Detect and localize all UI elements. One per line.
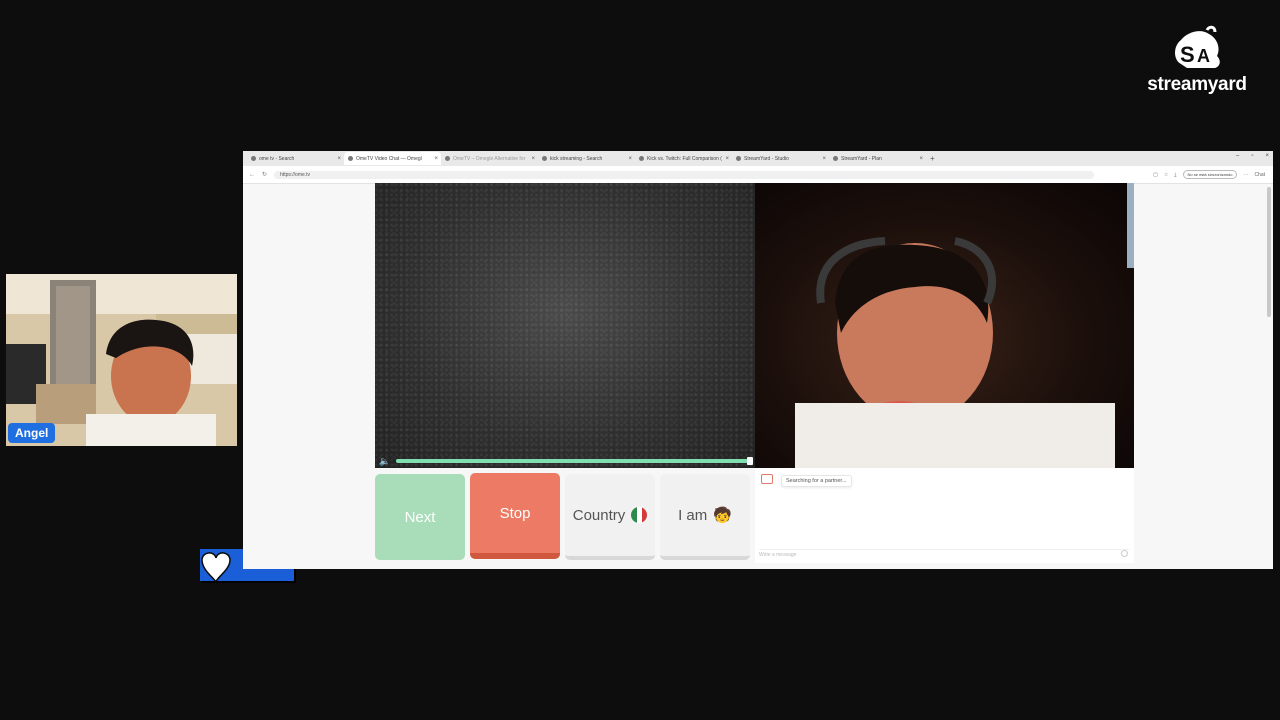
browser-tab[interactable]: Kick vs. Twitch: Full Comparison ( ×	[635, 152, 732, 165]
stranger-video-panel: 🔈	[375, 183, 755, 468]
minimize-icon[interactable]: –	[1236, 153, 1239, 159]
maximize-icon[interactable]: ▫	[1251, 153, 1253, 159]
tab-favicon-icon	[833, 156, 838, 161]
self-video-panel	[755, 183, 1134, 468]
i-am-button-label: I am	[678, 506, 708, 524]
download-icon[interactable]: ⤓	[1174, 172, 1176, 178]
chat-button[interactable]: Chat	[1254, 172, 1265, 178]
self-video-frame	[795, 183, 1134, 468]
browser-toolbar-right: ▢ ☆ ⤓ No se está sincronizando ⋯ Chat	[1153, 170, 1265, 179]
bookmark-star-icon[interactable]: ☆	[1164, 172, 1168, 178]
close-window-icon[interactable]: ×	[1265, 153, 1269, 159]
window-controls: – ▫ ×	[1236, 153, 1269, 159]
tab-favicon-icon	[348, 156, 353, 161]
tab-favicon-icon	[736, 156, 741, 161]
svg-text:S: S	[1180, 42, 1195, 67]
browser-tab[interactable]: StreamYard - Plan ×	[829, 152, 926, 165]
participant-video-frame	[6, 274, 237, 446]
shared-browser-window: ome tv - Search × OmeTV Video Chat — Ome…	[243, 151, 1273, 569]
volume-icon[interactable]: 🔈	[379, 456, 390, 467]
close-tab-icon[interactable]: ×	[337, 156, 341, 162]
tab-label: StreamYard - Plan	[841, 155, 882, 162]
browser-address-bar: ← ↻ https://ome.tv ▢ ☆ ⤓ No se está sinc…	[243, 166, 1273, 184]
participant-name-tag: Angel	[8, 423, 56, 443]
participant-video-tile	[6, 274, 237, 446]
tab-label: StreamYard - Studio	[744, 155, 789, 162]
streamyard-logo: S A streamyard	[1138, 24, 1256, 96]
chat-message-input[interactable]: Write a message	[759, 549, 1129, 559]
extension-icon[interactable]: ▢	[1153, 172, 1158, 178]
browser-tab[interactable]: ome tv - Search ×	[247, 152, 344, 165]
sync-profile-button[interactable]: No se está sincronizando	[1182, 170, 1238, 179]
browser-tab[interactable]: kick streaming - Search ×	[538, 152, 635, 165]
tab-label: ome tv - Search	[259, 155, 295, 162]
new-tab-icon[interactable]: +	[930, 154, 935, 163]
tab-label: OmeTV Video Chat — Omegl	[356, 155, 422, 162]
stop-button[interactable]: Stop	[470, 473, 560, 559]
i-am-button[interactable]: I am 🧒	[660, 474, 750, 560]
country-button-label: Country	[572, 506, 626, 524]
streamyard-mascot-icon: S A	[1175, 25, 1220, 68]
page-scrollbar[interactable]	[1267, 187, 1271, 317]
video-controls: 🔈	[375, 454, 755, 468]
svg-text:A: A	[1197, 46, 1210, 66]
browser-tab-bar: ome tv - Search × OmeTV Video Chat — Ome…	[243, 151, 1273, 166]
tab-favicon-icon	[639, 156, 644, 161]
close-tab-icon[interactable]: ×	[919, 156, 923, 162]
reload-icon[interactable]: ↻	[262, 171, 267, 178]
tab-favicon-icon	[445, 156, 450, 161]
ometv-chat-icon	[761, 474, 773, 484]
browser-tab[interactable]: StreamYard - Studio ×	[732, 152, 829, 165]
tab-label: Kick vs. Twitch: Full Comparison (	[647, 155, 722, 162]
tab-label: OmeTV – Omegle Alternative for	[453, 155, 526, 162]
emoji-icon[interactable]	[1121, 550, 1128, 557]
close-tab-icon[interactable]: ×	[531, 156, 535, 162]
browser-tab[interactable]: OmeTV – Omegle Alternative for ×	[441, 152, 538, 165]
country-button[interactable]: Country	[565, 474, 655, 560]
slider-knob[interactable]	[747, 457, 753, 465]
url-field[interactable]: https://ome.tv	[274, 170, 1095, 179]
back-arrow-icon[interactable]: ←	[249, 172, 255, 178]
tab-favicon-icon	[251, 156, 256, 161]
close-tab-icon[interactable]: ×	[628, 156, 632, 162]
mexico-flag-icon	[631, 507, 648, 523]
volume-slider[interactable]	[396, 457, 753, 465]
chat-panel: Searching for a partner... Write a messa…	[755, 468, 1134, 563]
close-tab-icon[interactable]: ×	[434, 156, 438, 162]
close-tab-icon[interactable]: ×	[822, 156, 826, 162]
close-tab-icon[interactable]: ×	[725, 156, 729, 162]
stop-button-label: Stop	[499, 504, 531, 522]
next-button[interactable]: Next	[375, 474, 465, 560]
chat-status-message: Searching for a partner...	[781, 475, 852, 487]
browser-tab-active[interactable]: OmeTV Video Chat — Omegl ×	[344, 152, 441, 165]
streamyard-wordmark: streamyard	[1147, 74, 1247, 95]
next-button-label: Next	[404, 508, 436, 526]
tab-label: kick streaming - Search	[550, 155, 603, 162]
boy-emoji-icon: 🧒	[713, 507, 732, 524]
tab-favicon-icon	[542, 156, 547, 161]
menu-dots-icon[interactable]: ⋯	[1243, 172, 1248, 178]
